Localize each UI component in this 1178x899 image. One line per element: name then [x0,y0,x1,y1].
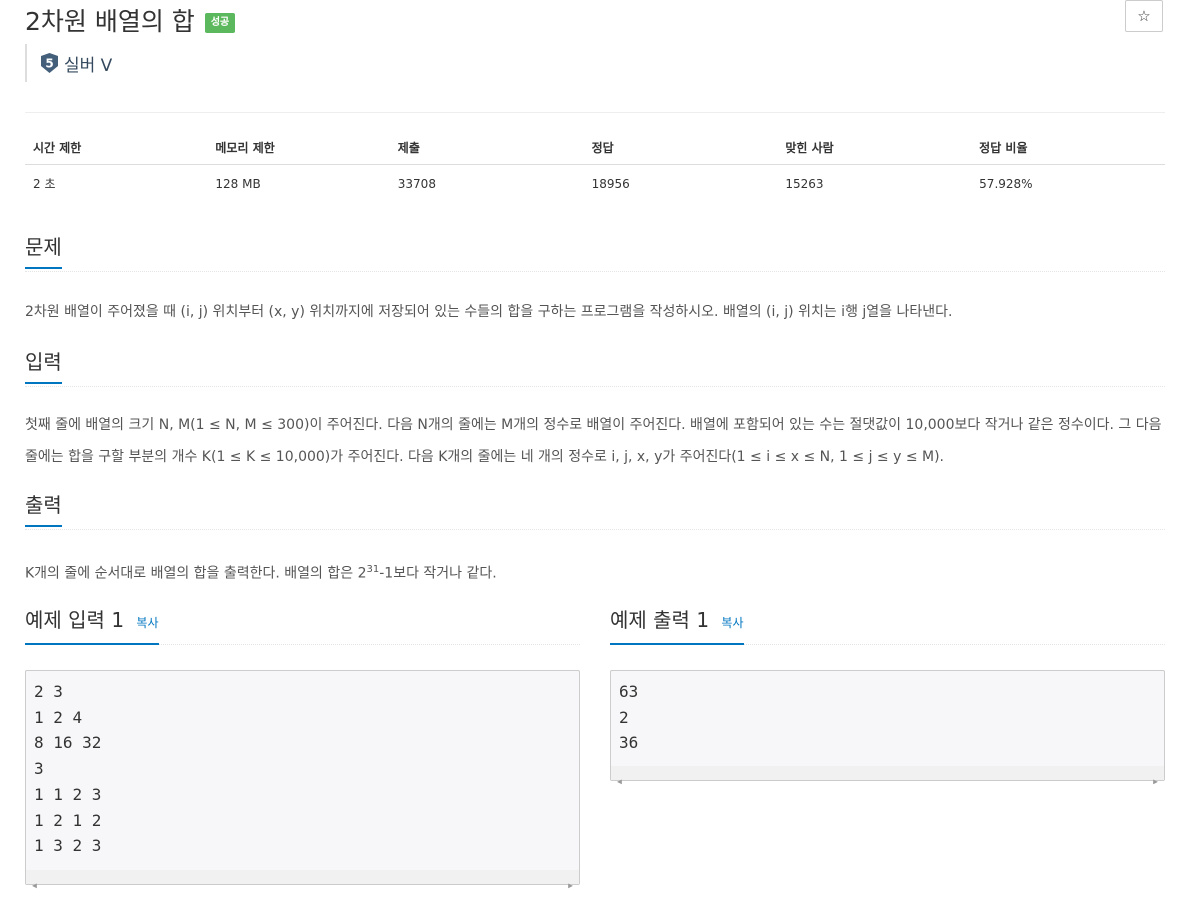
value-ratio: 57.928% [979,176,1033,191]
output-text-before: K개의 줄에 순서대로 배열의 합을 출력한다. 배열의 합은 2 [25,565,367,582]
tier-number: 5 [45,57,53,71]
header-time-limit: 시간 제한 [25,131,208,165]
status-badge: 성공 [204,13,236,33]
input-heading: 입력 [25,348,62,384]
problem-heading: 문제 [25,233,62,269]
value-accepted: 18956 [591,176,630,191]
horizontal-scrollbar[interactable]: ◀ ▶ [26,870,579,890]
sample-output-content: 63 2 36 [619,682,639,753]
input-section-header: 입력 [25,348,1165,387]
value-memory-limit: 128 MB [215,176,261,191]
tier-label: 실버 V [64,55,113,76]
sample-input-title: 예제 입력 1 복사 [25,606,159,645]
output-description: K개의 줄에 순서대로 배열의 합을 출력한다. 배열의 합은 231-1보다 … [25,554,1165,590]
divider [25,112,1165,113]
problem-title: 2차원 배열의 합 [25,7,195,36]
output-heading: 출력 [25,491,62,527]
scroll-left-icon[interactable]: ◀ [32,873,37,899]
header-submissions: 제출 [389,131,584,165]
favorite-star-button[interactable]: ☆ [1125,0,1163,32]
sample-output-header: 예제 출력 1 복사 [610,606,1165,645]
problem-info-table: 시간 제한 메모리 제한 제출 정답 맞힌 사람 정답 비율 2 초 128 M… [25,131,1165,202]
output-text-after: -1보다 작거나 같다. [379,565,497,582]
scroll-right-icon[interactable]: ▶ [1153,769,1158,795]
problem-section-header: 문제 [25,233,1165,272]
silver-tier-icon: 5 [41,53,58,73]
sample-input-content: 2 3 1 2 4 8 16 32 3 1 1 2 3 1 2 1 2 1 3 … [34,682,102,856]
info-header-row: 시간 제한 메모리 제한 제출 정답 맞힌 사람 정답 비율 [25,131,1165,165]
sample-input-box[interactable]: 2 3 1 2 4 8 16 32 3 1 1 2 3 1 2 1 2 1 3 … [25,670,580,890]
problem-description: 2차원 배열이 주어졌을 때 (i, j) 위치부터 (x, y) 위치까지에 … [25,304,953,320]
input-description: 첫째 줄에 배열의 크기 N, M(1 ≤ N, M ≤ 300)이 주어진다.… [25,417,1162,465]
sample-output-heading: 예제 출력 1 [610,608,710,632]
header-solvers: 맞힌 사람 [777,131,972,165]
sample-output-title: 예제 출력 1 복사 [610,606,744,645]
output-section-header: 출력 [25,491,1165,530]
header-accepted: 정답 [583,131,778,165]
value-submissions: 33708 [397,176,436,191]
value-time-limit: 2 초 [33,177,56,191]
copy-output-button[interactable]: 복사 [721,616,743,630]
info-value-row: 2 초 128 MB 33708 18956 15263 57.928% [25,165,1165,203]
header-ratio: 정답 비율 [971,131,1165,165]
output-text-sup: 31 [366,564,380,575]
sample-output-box[interactable]: 63 2 36 ◀ ▶ [610,670,1165,786]
sample-input-heading: 예제 입력 1 [25,608,125,632]
tier-info: 5 실버 V [25,44,112,82]
horizontal-scrollbar[interactable]: ◀ ▶ [611,766,1164,786]
copy-input-button[interactable]: 복사 [136,616,158,630]
header-memory-limit: 메모리 제한 [207,131,390,165]
value-solvers: 15263 [785,176,824,191]
scroll-left-icon[interactable]: ◀ [617,769,622,795]
scroll-right-icon[interactable]: ▶ [568,873,573,899]
sample-input-header: 예제 입력 1 복사 [25,606,580,645]
page-title: 2차원 배열의 합 성공 [25,2,236,38]
star-icon: ☆ [1137,7,1151,25]
